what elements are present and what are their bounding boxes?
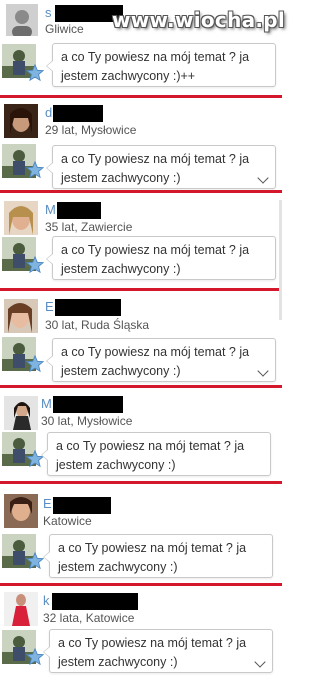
message-bubble[interactable]: a co Ty powiesz na mój temat ? ja jestem… [46,236,276,280]
user-location: 35 lat, Zawiercie [45,220,133,234]
chevron-down-icon[interactable] [257,172,269,184]
name-redaction [52,593,138,610]
conversation-entry: M 35 lat, Zawiercie a co Ty powiesz na m… [0,193,282,288]
scrollbar[interactable] [279,200,282,320]
conversation-entry: E Katowice a co Ty powiesz na mój temat … [0,484,282,583]
chevron-down-icon[interactable] [257,365,269,377]
star-icon [26,256,44,274]
name-redaction [57,202,101,219]
message-text: a co Ty powiesz na mój temat ? ja jestem… [56,439,245,472]
user-name[interactable]: M [41,397,52,411]
user-name[interactable]: M [45,203,56,217]
user-location: 29 lat, Mysłowice [45,123,137,137]
star-icon [26,552,44,570]
name-redaction [53,105,103,122]
message-text: a co Ty powiesz na mój temat ? ja jestem… [61,50,250,83]
user-avatar[interactable] [4,494,38,528]
message-bubble[interactable]: a co Ty powiesz na mój temat ? ja jestem… [41,432,271,476]
star-icon [26,161,44,179]
chevron-down-icon[interactable] [254,656,266,668]
user-name[interactable]: E [45,300,54,314]
conversation-entry: k 32 lata, Katowice a co Ty powiesz na m… [0,586,282,687]
user-location: Gliwice [45,22,84,36]
user-avatar[interactable] [4,104,38,138]
user-name[interactable]: s [45,6,52,20]
message-bubble[interactable]: a co Ty powiesz na mój temat ? ja jestem… [43,534,273,578]
user-name[interactable]: d [45,106,52,120]
message-text: a co Ty powiesz na mój temat ? ja jestem… [61,345,250,378]
user-location: 30 lat, Mysłowice [41,414,133,428]
message-text: a co Ty powiesz na mój temat ? ja jestem… [61,152,250,185]
message-bubble[interactable]: a co Ty powiesz na mój temat ? ja jestem… [46,145,276,189]
user-name[interactable]: k [43,594,50,608]
message-bubble[interactable]: a co Ty powiesz na mój temat ? ja jestem… [46,338,276,382]
user-avatar[interactable] [4,396,38,430]
user-avatar[interactable] [6,4,38,36]
name-redaction [55,299,121,316]
conversation-entry: d 29 lat, Mysłowice a co Ty powiesz na m… [0,98,282,190]
message-text: a co Ty powiesz na mój temat ? ja jestem… [58,541,247,574]
user-avatar[interactable] [4,592,38,626]
message-text: a co Ty powiesz na mój temat ? ja jestem… [61,243,250,276]
user-location: 32 lata, Katowice [43,611,135,625]
message-bubble[interactable]: a co Ty powiesz na mój temat ? ja jestem… [46,43,276,87]
site-watermark: www.wiocha.pl [112,8,286,32]
star-icon [26,648,44,666]
user-location: 30 lat, Ruda Śląska [45,318,150,332]
star-icon [26,355,44,373]
name-redaction [53,497,111,514]
user-avatar[interactable] [4,201,38,235]
user-location: Katowice [43,514,92,528]
conversation-entry: M 30 lat, Mysłowice a co Ty powiesz na m… [0,388,282,481]
user-name[interactable]: E [43,497,52,511]
name-redaction [53,396,123,413]
message-text: a co Ty powiesz na mój temat ? ja jestem… [58,636,247,669]
conversation-entry: E 30 lat, Ruda Śląska a co Ty powiesz na… [0,291,282,385]
user-avatar[interactable] [4,299,38,333]
star-icon [26,64,44,82]
message-bubble[interactable]: a co Ty powiesz na mój temat ? ja jestem… [43,629,273,673]
